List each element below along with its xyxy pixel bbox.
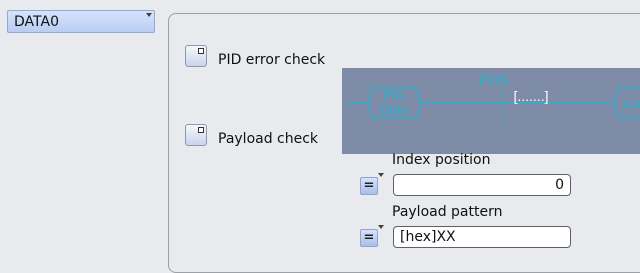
eop-label-text: EOP	[623, 100, 640, 111]
packet-list: DATA0	[0, 0, 160, 253]
pid-error-label: PID error check	[218, 52, 326, 68]
pid-line2-text: Data	[380, 102, 408, 117]
index-position-input[interactable]: 0	[393, 174, 571, 196]
pattern-operator-button[interactable]: =	[360, 229, 378, 247]
payload-label: Payload check	[218, 131, 319, 147]
packet-type-value: DATA0	[14, 14, 59, 30]
payload-pattern-input[interactable]: [hex]XX	[393, 226, 571, 248]
dropdown-arrow-icon	[146, 13, 152, 17]
pos-label-text: POS	[479, 72, 509, 88]
packet-diagram-graphic: PID Data POS [.......] EOP	[346, 72, 640, 126]
checkbox-indicator-icon	[198, 127, 204, 133]
pid-error-checkbox[interactable]	[185, 45, 207, 67]
pid-line1-text: PID	[383, 88, 405, 103]
operator-dropdown-icon	[378, 173, 384, 177]
pattern-marker-text: [.......]	[513, 88, 548, 104]
packet-type-select[interactable]: DATA0	[7, 10, 155, 33]
payload-pattern-label: Payload pattern	[392, 204, 503, 220]
packet-diagram: PID Data POS [.......] EOP	[342, 68, 640, 154]
index-operator-button[interactable]: =	[360, 177, 378, 195]
index-position-label: Index position	[392, 152, 491, 168]
payload-checkbox[interactable]	[185, 124, 207, 146]
checkbox-indicator-icon	[198, 48, 204, 54]
operator-dropdown-icon	[378, 225, 384, 229]
